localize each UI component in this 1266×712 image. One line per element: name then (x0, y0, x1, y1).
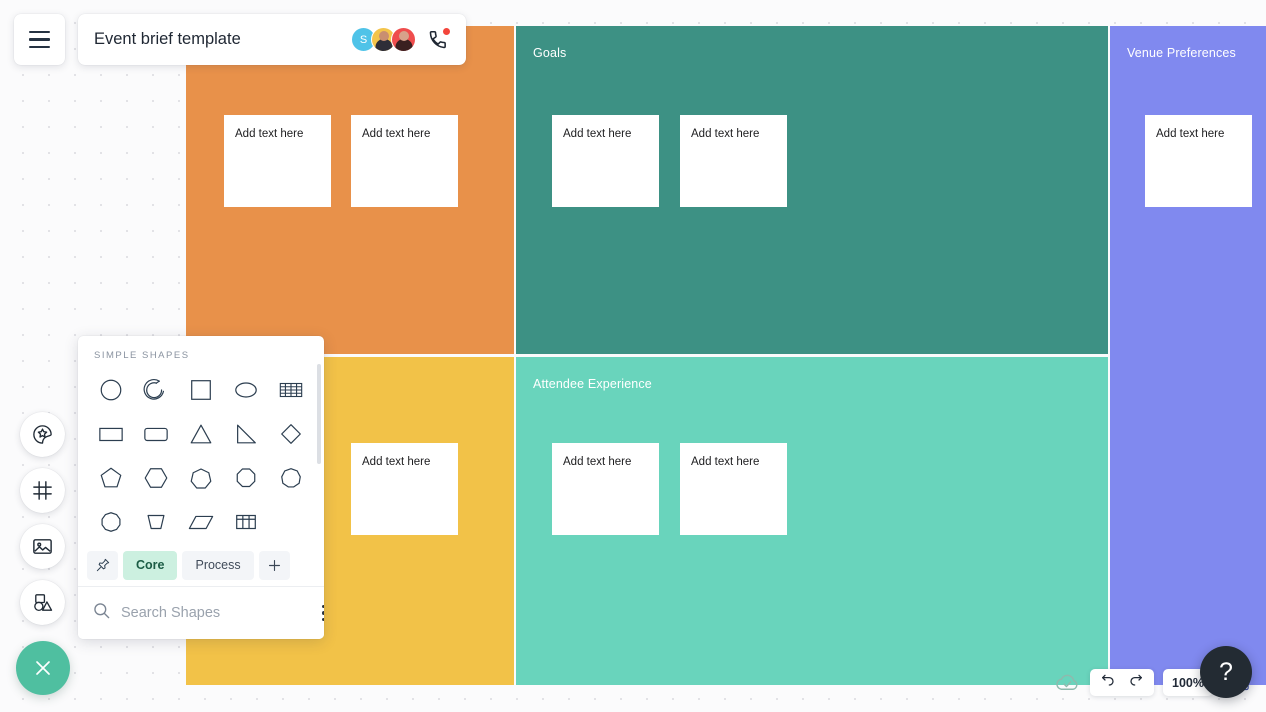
shape-octagon-icon[interactable] (224, 461, 269, 495)
hamburger-bar (29, 45, 50, 49)
redo-arrow-icon[interactable] (1127, 672, 1145, 693)
hamburger-menu-icon[interactable] (14, 14, 65, 65)
sticky-note[interactable]: Add text here (351, 115, 458, 207)
kebab-menu-icon[interactable] (318, 601, 324, 626)
panel-title-venue-preferences: Venue Preferences (1127, 46, 1236, 60)
sticky-note-text: Add text here (235, 128, 304, 140)
sticky-note-text: Add text here (362, 456, 431, 468)
shape-arc-icon[interactable] (133, 373, 178, 407)
panel-title-goals: Goals (533, 46, 567, 60)
shape-nonagon-icon[interactable] (269, 461, 314, 495)
sticky-note[interactable]: Add text here (351, 443, 458, 535)
sticky-note[interactable]: Add text here (1145, 115, 1252, 207)
shapes-search-bar (78, 587, 324, 639)
search-icon (92, 601, 111, 625)
shape-table-lined-icon[interactable] (269, 373, 314, 407)
sticky-note[interactable]: Add text here (552, 443, 659, 535)
sticky-note[interactable]: Add text here (680, 443, 787, 535)
shape-parallelogram-icon[interactable] (178, 505, 223, 539)
image-icon[interactable] (20, 524, 65, 569)
shape-rectangle-icon[interactable] (88, 417, 133, 451)
add-category-plus-icon[interactable] (258, 550, 290, 580)
tab-process[interactable]: Process (182, 550, 254, 580)
hamburger-bar (29, 38, 50, 41)
avatar[interactable] (391, 27, 416, 52)
sticky-note-text: Add text here (1156, 128, 1225, 140)
help-button[interactable]: ? (1200, 646, 1252, 698)
sticky-note-text: Add text here (563, 456, 632, 468)
shape-hexagon-icon[interactable] (133, 461, 178, 495)
whiteboard-app: Goals Attendee Experience Venue Preferen… (0, 0, 1266, 712)
kebab-dot (322, 617, 324, 622)
shapes-scroll-area[interactable]: SIMPLE SHAPES (78, 336, 324, 544)
shapes-library-panel: SIMPLE SHAPES Core Process Search Shapes (78, 336, 324, 639)
help-label: ? (1219, 657, 1233, 686)
shape-right-triangle-icon[interactable] (224, 417, 269, 451)
zoom-level-label: 100% (1172, 675, 1204, 690)
shape-cell-empty (269, 505, 314, 539)
panel-title-attendee-experience: Attendee Experience (533, 377, 652, 391)
cloud-saved-icon[interactable] (1054, 672, 1081, 694)
frame-icon[interactable] (20, 468, 65, 513)
shape-square-icon[interactable] (178, 373, 223, 407)
undo-arrow-icon[interactable] (1099, 672, 1117, 693)
phone-call-icon[interactable] (426, 26, 451, 52)
shape-diamond-icon[interactable] (269, 417, 314, 451)
shape-triangle-icon[interactable] (178, 417, 223, 451)
shapes-grid (78, 373, 324, 539)
sticky-note[interactable]: Add text here (224, 115, 331, 207)
sticky-note-text: Add text here (362, 128, 431, 140)
sticky-note-text: Add text here (691, 128, 760, 140)
notification-badge-icon (442, 26, 451, 36)
tab-core[interactable]: Core (123, 550, 178, 580)
collaborator-avatars: S (351, 27, 416, 52)
shape-circle-icon[interactable] (88, 373, 133, 407)
shapes-category-tabs: Core Process (78, 544, 324, 587)
close-icon[interactable] (16, 641, 70, 695)
sticky-note[interactable]: Add text here (552, 115, 659, 207)
shape-pentagon-icon[interactable] (88, 461, 133, 495)
search-input[interactable] (121, 605, 308, 621)
shape-heptagon-icon[interactable] (178, 461, 223, 495)
shapes-section-heading: SIMPLE SHAPES (94, 350, 190, 361)
undo-redo-group (1090, 669, 1155, 696)
document-title-bar: Event brief template S (78, 14, 466, 65)
shape-ellipse-icon[interactable] (224, 373, 269, 407)
sticky-note-text: Add text here (563, 128, 632, 140)
shape-decagon-icon[interactable] (88, 505, 133, 539)
sticky-note[interactable]: Add text here (680, 115, 787, 207)
avatar-initial: S (359, 33, 368, 46)
sticker-shapes-icon[interactable] (20, 412, 65, 457)
page-title[interactable]: Event brief template (94, 30, 351, 49)
shape-rounded-rectangle-icon[interactable] (133, 417, 178, 451)
shapes-panel-scrollbar[interactable] (317, 364, 321, 464)
kebab-dot (322, 611, 324, 615)
pin-icon[interactable] (87, 550, 118, 580)
sticky-note-text: Add text here (691, 456, 760, 468)
kebab-dot (322, 604, 324, 609)
shape-library-icon[interactable] (20, 580, 65, 625)
hamburger-bar (29, 30, 50, 34)
shape-table-grid-icon[interactable] (224, 505, 269, 539)
shape-trapezoid-icon[interactable] (133, 505, 178, 539)
